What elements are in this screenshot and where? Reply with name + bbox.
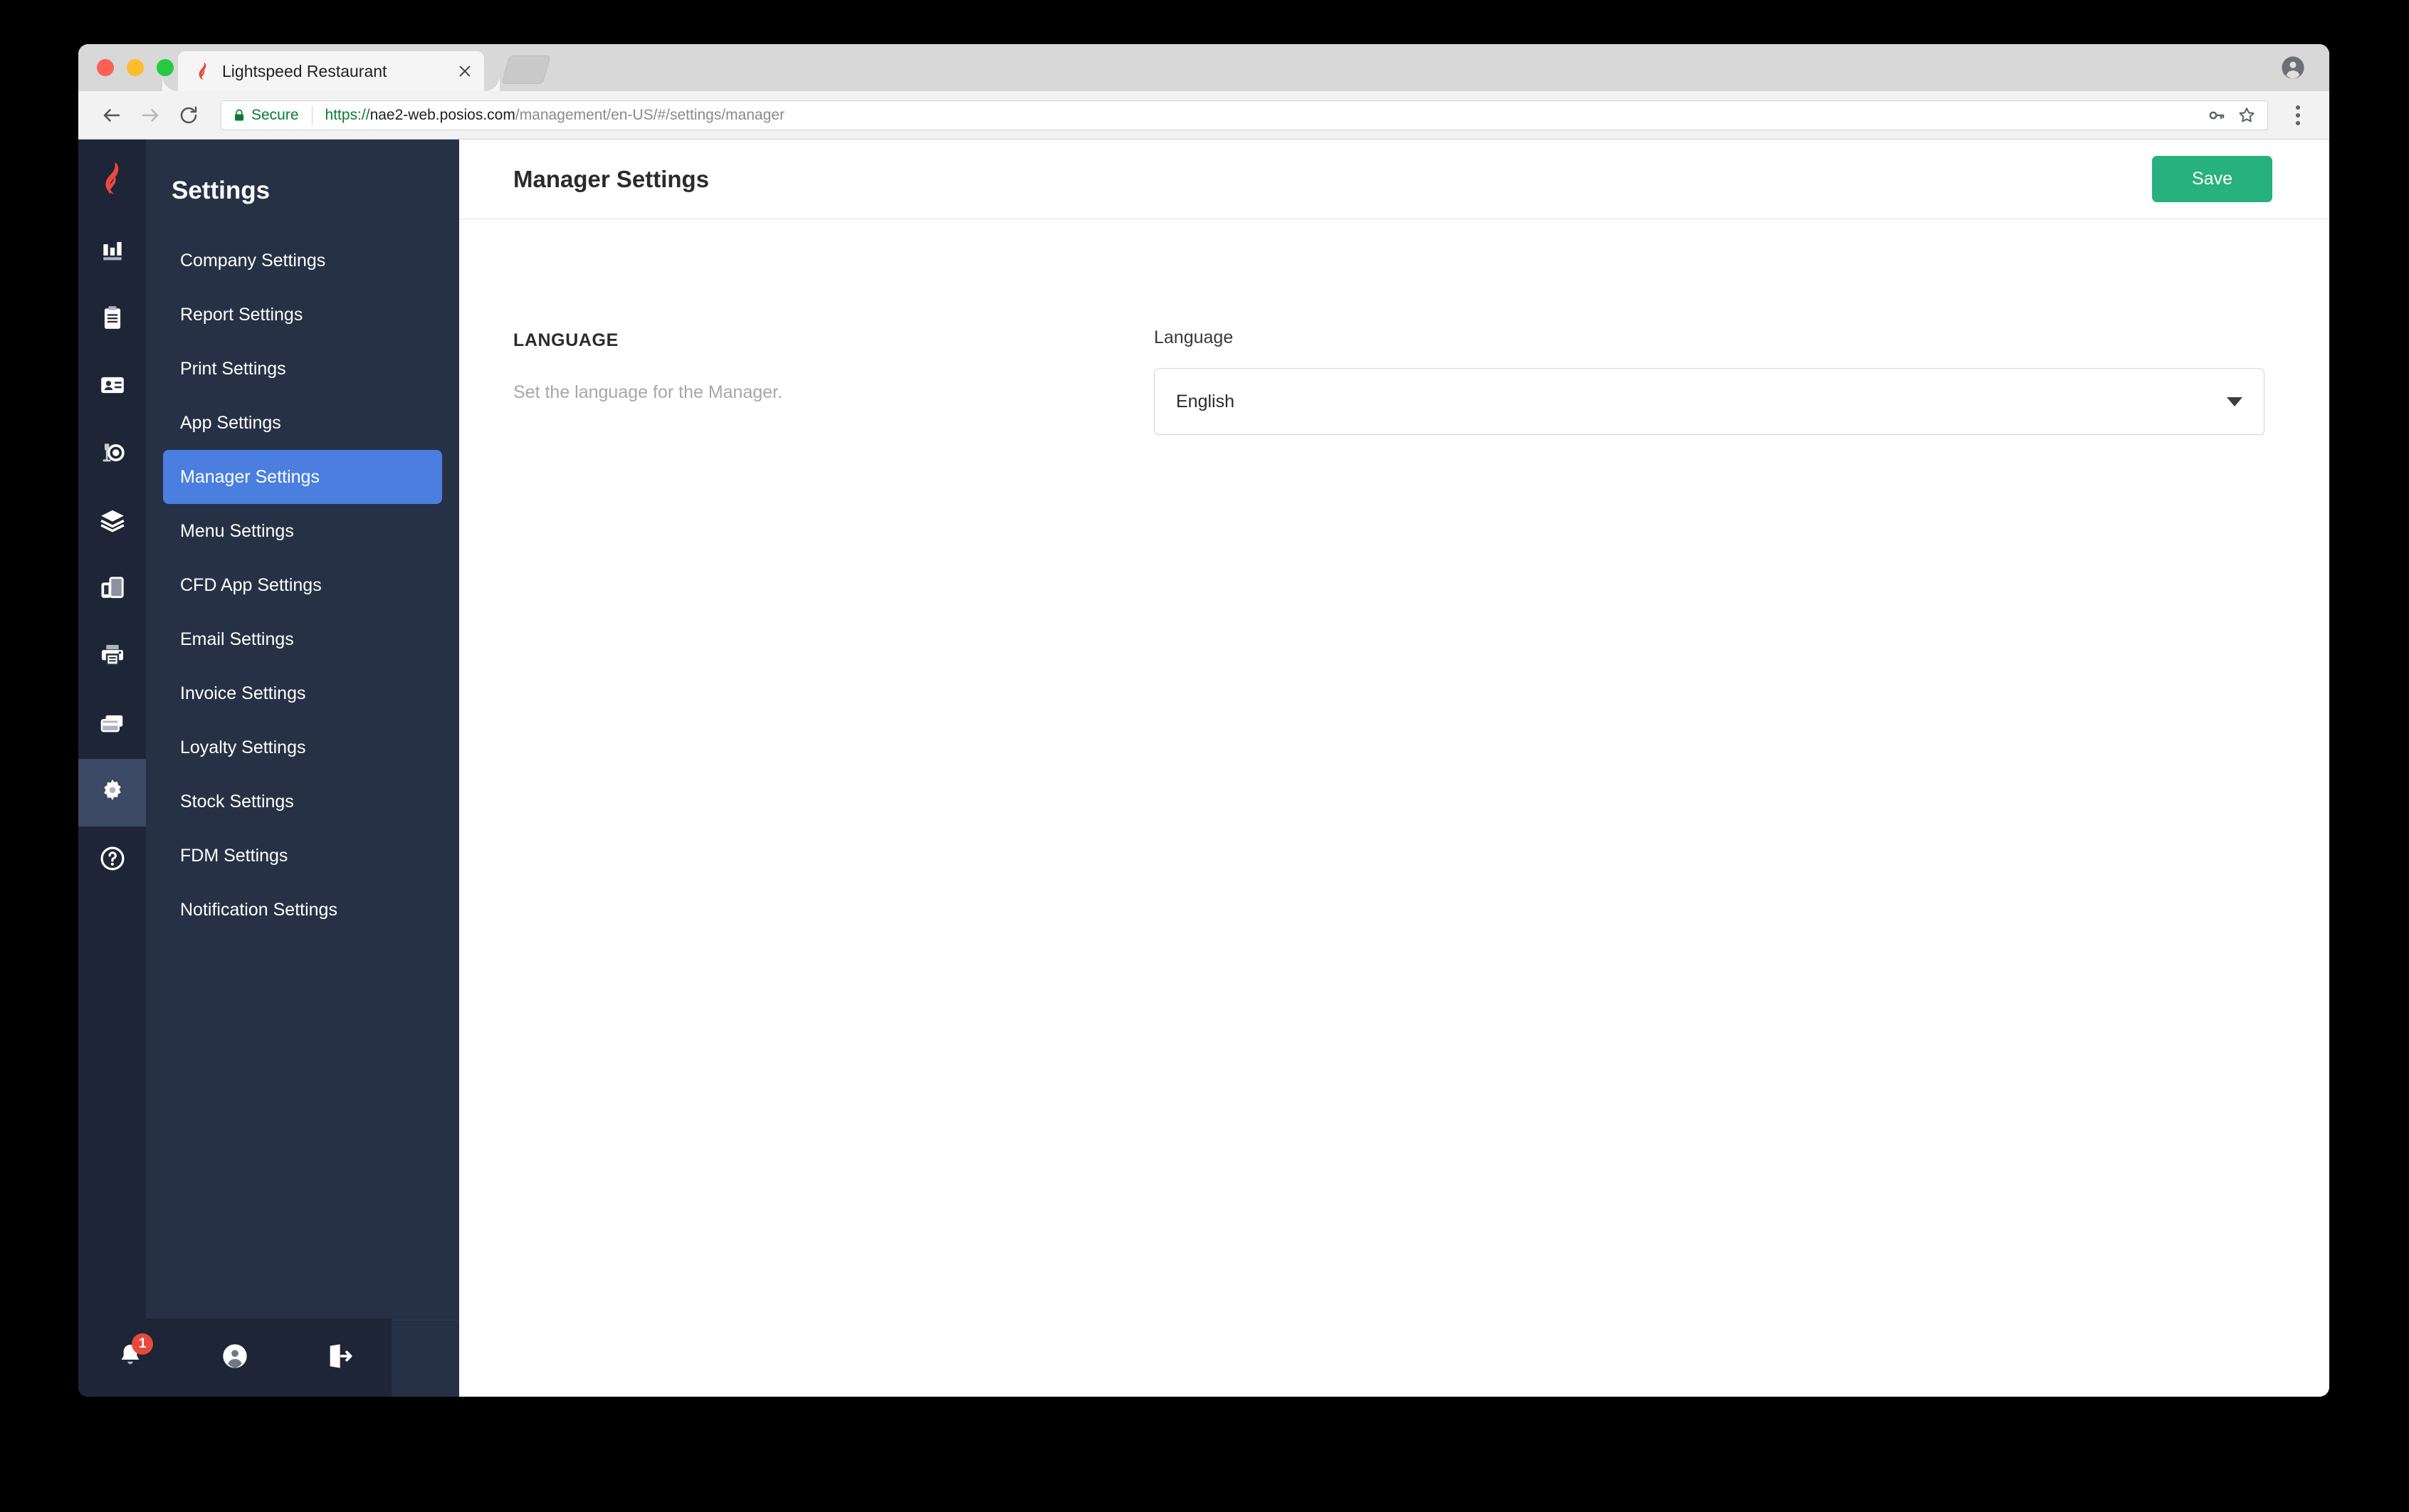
rail-icon-id-card[interactable] [78,353,146,421]
sidebar-item-loyalty-settings[interactable]: Loyalty Settings [163,720,442,775]
tab-title: Lightspeed Restaurant [222,61,387,80]
sidebar-item-menu-settings[interactable]: Menu Settings [163,504,442,558]
printer-icon [99,642,126,673]
lightspeed-flame-icon [194,62,212,80]
clipboard-icon [99,304,126,335]
sidebar-item-cfd-app-settings[interactable]: CFD App Settings [163,558,442,612]
sidebar-item-label: CFD App Settings [180,574,322,595]
restaurant-plate-icon [99,439,126,470]
sidebar-item-label: Notification Settings [180,899,337,920]
language-select-value: English [1176,391,1234,411]
rail-icon-devices[interactable] [78,556,146,624]
browser-toolbar: Secure https://nae2-web.posios.com/manag… [78,91,2329,140]
settings-nav-panel: Settings Company Settings Report Setting… [78,140,459,1397]
close-window-button[interactable] [97,59,114,76]
tab-strip: Lightspeed Restaurant [78,44,2329,91]
forward-arrow-icon [134,99,167,132]
sidebar-item-fdm-settings[interactable]: FDM Settings [163,829,442,883]
sidebar-item-label: FDM Settings [180,845,288,866]
sidebar-item-print-settings[interactable]: Print Settings [163,342,442,396]
main-content: Manager Settings Save LANGUAGE Set the l… [459,140,2329,1397]
layers-icon [99,507,126,537]
sidebar-item-notification-settings[interactable]: Notification Settings [163,883,442,937]
logout-icon [325,1342,354,1374]
rail-icon-cards[interactable] [78,691,146,759]
avatar[interactable] [2281,56,2305,80]
browser-window: Lightspeed Restaurant Secure https://nae… [78,44,2329,1397]
devices-icon [99,574,126,605]
language-select[interactable]: English [1154,368,2264,435]
rail-icon-reports[interactable] [78,218,146,285]
id-card-icon [99,372,126,402]
star-icon[interactable] [2235,103,2259,127]
sidebar-item-label: Manager Settings [180,466,320,487]
sidebar-item-label: App Settings [180,412,281,433]
user-circle-icon [221,1342,249,1374]
sidebar-item-invoice-settings[interactable]: Invoice Settings [163,666,442,720]
logout-button[interactable] [318,1336,361,1379]
rail-icon-settings[interactable] [78,759,146,826]
browser-tab[interactable]: Lightspeed Restaurant [178,51,500,91]
url-text: https://nae2-web.posios.com/management/e… [325,107,2199,124]
three-dot-menu-icon[interactable] [2284,105,2312,125]
sidebar-item-label: Print Settings [180,358,286,379]
account-button[interactable] [214,1336,256,1379]
rail-icon-restaurant[interactable] [78,421,146,488]
content-header: Manager Settings Save [459,140,2329,219]
app-container: Settings Company Settings Report Setting… [78,140,2329,1397]
rail-icon-clipboard[interactable] [78,285,146,353]
url-path: /management/en-US/#/settings/manager [515,106,785,123]
new-tab-button[interactable] [501,56,551,84]
icon-rail [78,140,146,1397]
sidebar-item-manager-settings[interactable]: Manager Settings [163,450,442,504]
sidebar-footer: 1 [78,1318,392,1397]
bar-chart-icon [99,236,126,267]
section-heading: LANGUAGE [513,330,619,350]
content-title: Manager Settings [513,165,710,192]
url-host: nae2-web.posios.com [369,106,515,123]
sidebar-item-email-settings[interactable]: Email Settings [163,612,442,666]
sidebar-item-label: Menu Settings [180,520,294,541]
settings-form: LANGUAGE Set the language for the Manage… [459,219,2329,1397]
page-title: Settings [172,177,271,204]
sidebar-item-label: Invoice Settings [180,683,306,703]
lock-icon [233,107,246,123]
address-bar[interactable]: Secure https://nae2-web.posios.com/manag… [221,100,2268,130]
sidebar-item-label: Report Settings [180,304,303,325]
rail-icon-layers[interactable] [78,488,146,556]
nav-scroll-area: Settings Company Settings Report Setting… [146,140,459,1320]
section-info: LANGUAGE Set the language for the Manage… [513,327,1154,1397]
sidebar-item-report-settings[interactable]: Report Settings [163,288,442,342]
gear-icon [99,777,126,808]
sidebar-item-company-settings[interactable]: Company Settings [163,233,442,288]
save-button[interactable]: Save [2152,156,2272,202]
back-arrow-icon[interactable] [95,99,128,132]
lightspeed-flame-logo[interactable] [78,140,146,218]
sidebar-item-label: Loyalty Settings [180,737,306,757]
help-circle-icon [99,845,126,876]
sidebar-item-label: Email Settings [180,629,294,649]
language-field-label: Language [1154,327,1234,347]
notifications-button[interactable]: 1 [109,1333,154,1379]
reload-icon[interactable] [172,99,205,132]
key-icon[interactable] [2205,103,2229,127]
sidebar-item-label: Company Settings [180,250,326,271]
rail-icon-printer[interactable] [78,624,146,691]
secure-label: Secure [251,106,299,123]
sidebar-item-app-settings[interactable]: App Settings [163,396,442,450]
sidebar-item-label: Stock Settings [180,791,294,812]
maximize-window-button[interactable] [157,59,174,76]
credit-cards-icon [99,710,126,740]
omnibox-divider [311,105,313,125]
sidebar-item-stock-settings[interactable]: Stock Settings [163,775,442,829]
minimize-window-button[interactable] [127,59,144,76]
chevron-down-icon [2227,397,2242,406]
notification-badge: 1 [132,1333,154,1355]
close-icon[interactable] [454,61,476,82]
rail-icon-help[interactable] [78,826,146,894]
language-field-group: Language English [1154,327,2264,1397]
section-description: Set the language for the Manager. [513,382,783,402]
window-traffic-lights [97,59,174,76]
url-scheme: https:// [325,106,370,123]
